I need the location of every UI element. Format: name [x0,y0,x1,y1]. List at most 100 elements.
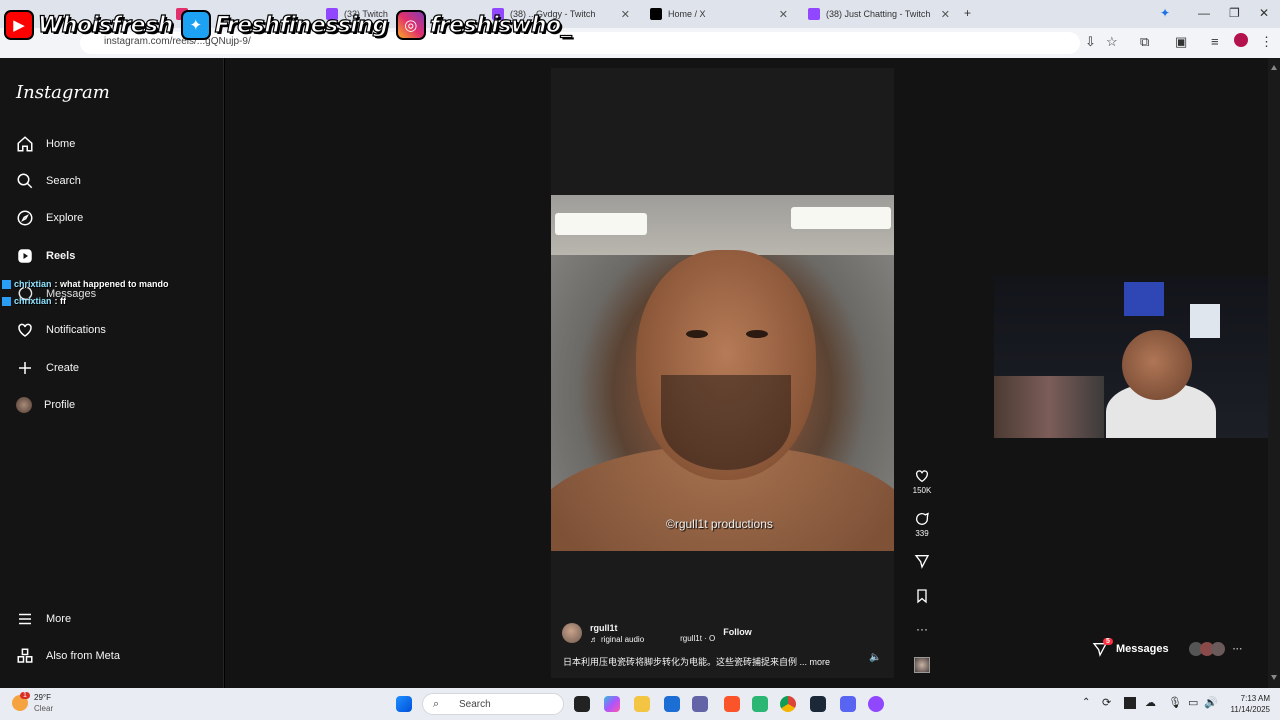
steam-icon[interactable] [810,696,826,712]
reel-author-row: rgull1t ♬ riginal audio rgull1t · O Follo… [562,622,752,644]
reel-video[interactable]: ©rgull1t productions [551,195,894,551]
nav-explore[interactable]: Explore [16,207,83,229]
audio-thumbnail[interactable] [912,657,932,673]
new-tab-icon[interactable]: + [964,6,971,20]
close-tab-icon[interactable]: ✕ [621,8,630,21]
task-view-icon[interactable] [574,696,590,712]
audio-credit[interactable]: rgull1t · O [680,634,715,643]
caption-more-link[interactable]: ... more [800,657,831,667]
close-tab-icon[interactable]: ✕ [941,8,950,21]
weather-badge: 1 [20,692,30,699]
reels-icon [18,249,32,263]
like-button[interactable]: 150K [912,468,932,495]
instagram-handle: freshiswho_ [429,12,572,38]
nav-also-from-meta[interactable]: Also from Meta [16,645,120,667]
minimize-icon[interactable]: — [1198,6,1210,20]
nav-notifications[interactable]: Notifications [16,319,106,341]
taskbar-clock[interactable]: 7:13 AM 11/14/2025 [1224,693,1270,715]
tab-active[interactable]: (38) Just Chatting - Twitch ✕ [802,2,958,26]
chevron-up-icon[interactable]: ⌃ [1082,697,1090,708]
extensions-icon[interactable]: ⧉ [1140,34,1149,50]
sync-icon[interactable]: ⟳ [1102,696,1111,709]
follow-button[interactable]: Follow [723,627,752,637]
meta-icon [17,648,33,663]
brave-icon[interactable] [724,696,740,712]
gemini-icon[interactable]: ✦ [1160,6,1170,20]
nav-create[interactable]: Create [16,357,79,379]
install-app-icon[interactable]: ⇩ [1085,34,1096,50]
heart-icon [18,323,32,337]
chat-message: chrixtian: ff [2,296,66,306]
search-icon: ⌕ [433,698,440,710]
windows-start-icon[interactable] [396,696,412,712]
close-tab-icon[interactable]: ✕ [779,8,788,21]
ceiling-light [555,213,647,235]
music-note-icon: ♬ [590,634,598,644]
file-explorer-icon[interactable] [634,696,650,712]
menu-icon [19,613,31,625]
chat-badge-icon [2,296,11,306]
scroll-up-icon[interactable] [1271,64,1277,70]
media-icon[interactable]: ≡ [1211,34,1219,49]
video-beard [661,375,791,470]
more-options-button[interactable]: ··· [912,622,932,636]
plus-icon [19,362,31,374]
video-watermark: ©rgull1t productions [666,517,773,531]
ellipsis-icon: ··· [916,622,928,636]
app-icon[interactable] [752,696,768,712]
profile-avatar[interactable] [1234,33,1248,47]
home-icon [17,136,33,152]
author-username[interactable]: rgull1t [590,623,644,633]
maximize-icon[interactable]: ❐ [1229,6,1240,20]
nav-reels[interactable]: Reels [16,245,75,267]
copilot-icon[interactable] [604,696,620,712]
teams-icon[interactable] [692,696,708,712]
weather-widget[interactable]: 1 29°F Clear [12,692,53,714]
nav-search[interactable]: Search [16,170,81,192]
taskbar-search[interactable]: ⌕ Search [422,693,564,715]
search-icon [17,173,33,189]
audio-label[interactable]: ♬ riginal audio [590,635,644,644]
youtube-icon: ▶ [4,10,34,40]
stream-socials-overlay: ▶ Whoisfresh ✦ Freshfinessing ◎ freshisw… [4,6,572,44]
save-button[interactable] [912,588,932,606]
chrome-icon[interactable] [780,696,796,712]
windows-taskbar: 1 29°F Clear ⌕ Search ⌃ ⟳ ☁ 🎙 ▭ 🔊 7:13 A… [0,688,1280,720]
x-tab-icon [650,8,662,20]
display-icon[interactable]: ▭ [1188,696,1198,709]
messages-pill[interactable]: 5 Messages ··· [1092,636,1243,662]
browser-menu-icon[interactable]: ⋮ [1260,34,1273,50]
comment-button[interactable]: 339 [912,511,932,538]
twitch-tab-icon [808,8,820,20]
scroll-down-icon[interactable] [1271,675,1277,680]
share-button[interactable] [912,553,932,571]
avatar [1210,642,1225,656]
nav-profile[interactable]: Profile [16,394,75,416]
store-icon[interactable] [664,696,680,712]
microphone-icon[interactable]: 🎙 [1168,696,1182,709]
tab[interactable]: Home / X ✕ [644,2,796,26]
tray-app-icon[interactable] [1124,697,1136,709]
send-icon [914,555,930,569]
sidebar-icon[interactable]: ▣ [1175,34,1187,50]
nav-home[interactable]: Home [16,133,75,155]
comment-count: 339 [915,529,929,538]
wall-poster [1190,304,1220,338]
volume-icon[interactable]: 🔈 [869,652,881,663]
page-scrollbar[interactable] [1268,58,1280,688]
author-avatar[interactable] [562,623,582,643]
cloud-icon[interactable]: ☁ [1145,696,1156,709]
compass-icon [17,210,33,226]
nav-more[interactable]: More [16,608,71,630]
discord-icon[interactable] [840,696,856,712]
twitter-handle: Freshfinessing [214,12,389,38]
bookmark-star-icon[interactable]: ☆ [1106,34,1118,50]
instagram-logo[interactable]: Instagram [16,82,110,103]
window-close-icon[interactable]: ✕ [1259,6,1269,20]
room-clutter [994,376,1104,438]
volume-icon[interactable]: 🔊 [1204,696,1218,709]
obs-icon[interactable] [868,696,884,712]
ceiling-light [791,207,891,229]
wall-poster [1124,282,1164,316]
weather-icon: 1 [12,692,30,711]
